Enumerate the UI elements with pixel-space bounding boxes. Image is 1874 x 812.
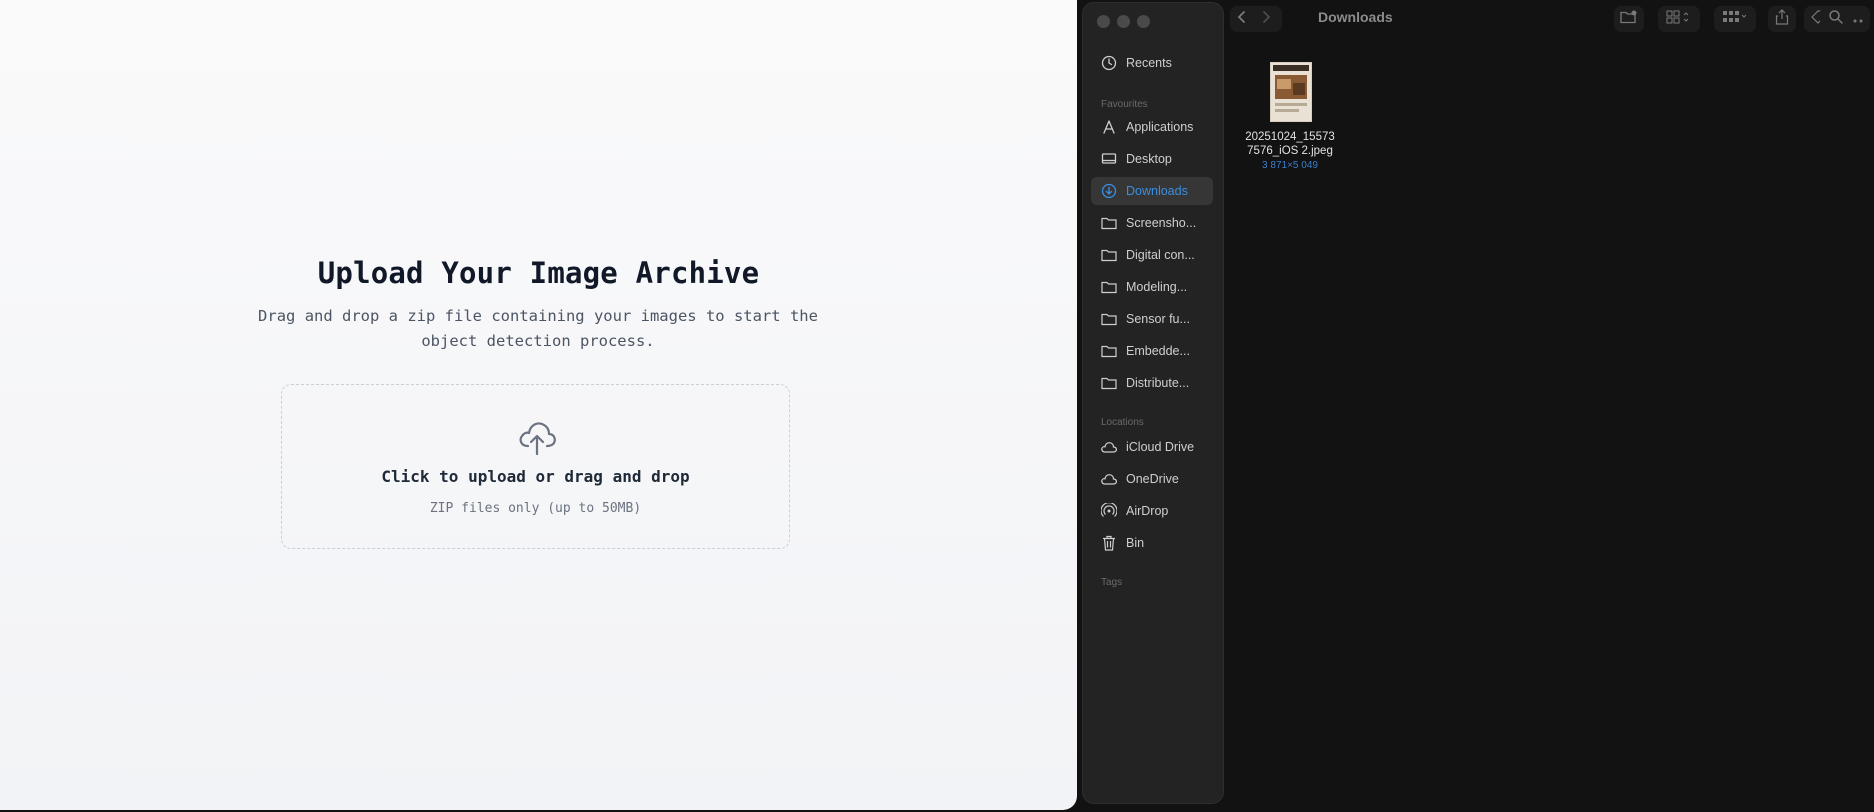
group-button[interactable]	[1658, 6, 1700, 32]
window-title: Downloads	[1318, 9, 1393, 25]
icon-view-icon	[1722, 10, 1748, 29]
applications-icon	[1099, 117, 1119, 137]
sidebar-item-label: Desktop	[1126, 152, 1172, 166]
finder-sidebar: Recents Favourites Applications Desktop …	[1082, 2, 1224, 804]
sidebar-item-label: Downloads	[1126, 184, 1188, 198]
folder-icon	[1099, 277, 1119, 297]
sidebar-item-applications[interactable]: Applications	[1091, 113, 1213, 141]
cloud-icon	[1099, 437, 1119, 457]
download-icon	[1099, 181, 1119, 201]
folder-icon	[1099, 341, 1119, 361]
file-name: 20251024_15573 7576_iOS 2.jpeg	[1245, 131, 1335, 157]
back-forward-buttons[interactable]	[1230, 6, 1282, 32]
sidebar-item-onedrive[interactable]: OneDrive	[1091, 465, 1213, 493]
close-window-button[interactable]	[1097, 15, 1110, 28]
sidebar-item-label: Distribute...	[1126, 376, 1190, 390]
sidebar-item-label: Recents	[1126, 56, 1172, 70]
grid-icon	[1666, 10, 1692, 29]
new-folder-icon	[1620, 10, 1638, 29]
sidebar-item-folder[interactable]: Distribute...	[1091, 369, 1213, 397]
cloud-upload-icon	[519, 422, 556, 455]
sidebar-item-folder[interactable]: Sensor fu...	[1091, 305, 1213, 333]
folder-icon	[1099, 309, 1119, 329]
sidebar-item-label: Embedde...	[1126, 344, 1190, 358]
share-button[interactable]	[1768, 6, 1796, 32]
view-options-button[interactable]	[1714, 6, 1756, 32]
upload-dropzone[interactable]: Click to upload or drag and drop ZIP fil…	[281, 384, 790, 549]
sidebar-item-label: Applications	[1126, 120, 1194, 134]
desktop-icon	[1099, 149, 1119, 169]
sidebar-item-bin[interactable]: Bin	[1091, 529, 1213, 557]
sidebar-item-label: Screensho...	[1126, 216, 1197, 230]
finder-window: Recents Favourites Applications Desktop …	[1080, 0, 1874, 812]
sidebar-item-icloud[interactable]: iCloud Drive	[1091, 433, 1213, 461]
minimize-window-button[interactable]	[1117, 15, 1130, 28]
folder-icon	[1099, 213, 1119, 233]
sidebar-item-label: AirDrop	[1126, 504, 1169, 518]
sidebar-item-folder[interactable]: Digital con...	[1091, 241, 1213, 269]
sidebar-item-label: iCloud Drive	[1126, 440, 1195, 454]
sidebar-item-desktop[interactable]: Desktop	[1091, 145, 1213, 173]
folder-icon	[1099, 245, 1119, 265]
sidebar-item-label: Bin	[1126, 536, 1145, 550]
image-thumbnail	[1270, 62, 1312, 122]
sidebar-item-recents[interactable]: Recents	[1091, 49, 1213, 77]
folder-icon	[1099, 373, 1119, 393]
forward-icon[interactable]	[1256, 10, 1276, 29]
sidebar-item-folder[interactable]: Screensho...	[1091, 209, 1213, 237]
sidebar-item-label: OneDrive	[1126, 472, 1179, 486]
sidebar-item-label: Sensor fu...	[1126, 312, 1190, 326]
favourites-heading: Favourites	[1101, 99, 1148, 110]
sidebar-item-airdrop[interactable]: AirDrop	[1091, 497, 1213, 525]
file-dimensions: 3 871×5 049	[1262, 160, 1318, 171]
back-icon[interactable]	[1236, 10, 1256, 29]
cloud-icon	[1099, 469, 1119, 489]
locations-heading: Locations	[1101, 417, 1144, 428]
sidebar-item-downloads[interactable]: Downloads	[1091, 177, 1213, 205]
page-title: Upload Your Image Archive	[317, 256, 760, 290]
sidebar-item-folder[interactable]: Modeling...	[1091, 273, 1213, 301]
finder-toolbar: Downloads	[1222, 0, 1874, 38]
sidebar-item-label: Modeling...	[1126, 280, 1188, 294]
dropzone-hint: ZIP files only (up to 50MB)	[429, 501, 642, 516]
new-folder-button[interactable]	[1614, 6, 1644, 32]
share-icon	[1775, 8, 1789, 30]
search-icon	[1828, 9, 1844, 30]
sidebar-item-folder[interactable]: Embedde...	[1091, 337, 1213, 365]
trash-icon	[1099, 533, 1119, 553]
upload-page: Upload Your Image Archive Drag and drop …	[0, 0, 1077, 810]
clock-icon	[1099, 53, 1119, 73]
tags-heading: Tags	[1101, 577, 1123, 588]
sidebar-item-label: Digital con...	[1126, 248, 1195, 262]
dropzone-label: Click to upload or drag and drop	[381, 467, 690, 486]
zoom-window-button[interactable]	[1137, 15, 1150, 28]
page-subtitle: Drag and drop a zip file containing your…	[258, 307, 818, 350]
airdrop-icon	[1099, 501, 1119, 521]
search-button[interactable]	[1820, 6, 1852, 32]
